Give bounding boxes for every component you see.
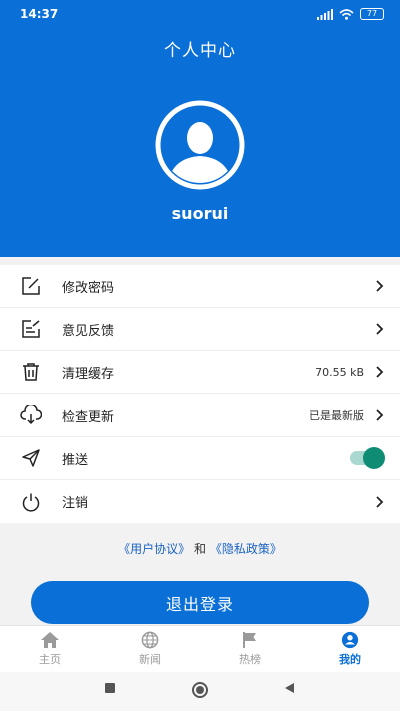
globe-icon xyxy=(141,631,159,649)
menu-item-label: 注销 xyxy=(62,496,89,511)
cache-size: 70.55 kB xyxy=(315,365,364,379)
send-icon xyxy=(20,447,42,469)
tab-label: 新闻 xyxy=(139,653,161,666)
chevron-right-icon xyxy=(376,323,384,335)
chevron-right-icon xyxy=(376,495,384,508)
home-nav-icon[interactable] xyxy=(191,681,209,699)
chevron-right-icon xyxy=(376,409,384,421)
avatar[interactable] xyxy=(155,100,245,190)
page-title: 个人中心 xyxy=(164,41,236,61)
feedback-icon xyxy=(20,318,42,340)
signal-icon xyxy=(317,8,333,20)
tab-news[interactable]: 新闻 xyxy=(100,626,200,672)
user-agreement-link[interactable]: 《用户协议》 xyxy=(118,542,190,556)
menu-item-deregister[interactable]: 注销 xyxy=(0,480,400,523)
menu-item-label: 推送 xyxy=(62,452,89,468)
toggle-knob xyxy=(363,447,385,469)
push-toggle[interactable] xyxy=(350,447,385,469)
profile-header: 14:37 77 个人中心 suorui xyxy=(0,0,400,257)
cloud-download-icon xyxy=(20,404,42,426)
tab-mine[interactable]: 我的 xyxy=(300,626,400,672)
power-icon xyxy=(20,491,42,513)
edit-icon xyxy=(20,275,42,297)
status-bar: 14:37 77 xyxy=(0,0,400,28)
chevron-right-icon xyxy=(376,280,384,292)
menu-item-label: 修改密码 xyxy=(62,280,115,296)
avatar-user-icon xyxy=(155,100,245,190)
tab-hot-list[interactable]: 热榜 xyxy=(200,626,300,672)
username: suorui xyxy=(171,204,229,223)
flag-icon xyxy=(243,632,256,648)
tab-label: 热榜 xyxy=(239,653,261,666)
status-time: 14:37 xyxy=(20,7,59,21)
menu-item-change-password[interactable]: 修改密码 xyxy=(0,265,400,308)
menu-item-clear-cache[interactable]: 清理缓存 70.55 kB xyxy=(0,351,400,394)
back-icon[interactable] xyxy=(283,682,295,694)
tab-label: 我的 xyxy=(339,653,361,666)
tab-label: 主页 xyxy=(39,653,61,666)
status-icons: 77 xyxy=(317,8,384,20)
bottom-tab-bar: 主页 新闻 热榜 我的 xyxy=(0,625,400,672)
privacy-policy-link[interactable]: 《隐私政策》 xyxy=(210,542,282,556)
menu-item-feedback[interactable]: 意见反馈 xyxy=(0,308,400,351)
home-icon xyxy=(41,632,59,648)
menu-item-push: 推送 xyxy=(0,437,400,480)
settings-menu: 修改密码 意见反馈 清理缓存 70.55 kB 检查更新 已是最新版 推送 注销 xyxy=(0,265,400,523)
update-status: 已是最新版 xyxy=(309,409,364,422)
tab-home[interactable]: 主页 xyxy=(0,626,100,672)
chevron-right-icon xyxy=(376,366,384,378)
system-nav-bar xyxy=(0,672,400,711)
battery-icon: 77 xyxy=(360,8,384,20)
menu-item-check-update[interactable]: 检查更新 已是最新版 xyxy=(0,394,400,437)
policy-links: 《用户协议》 和 《隐私政策》 xyxy=(0,540,400,557)
menu-item-label: 清理缓存 xyxy=(62,366,115,382)
user-icon xyxy=(341,631,359,649)
policy-and-text: 和 xyxy=(193,542,206,556)
recents-icon[interactable] xyxy=(104,682,116,694)
menu-item-label: 意见反馈 xyxy=(62,323,115,339)
wifi-icon xyxy=(339,8,354,20)
trash-icon xyxy=(20,361,42,383)
menu-item-label: 检查更新 xyxy=(62,409,115,425)
logout-button[interactable]: 退出登录 xyxy=(31,581,369,624)
